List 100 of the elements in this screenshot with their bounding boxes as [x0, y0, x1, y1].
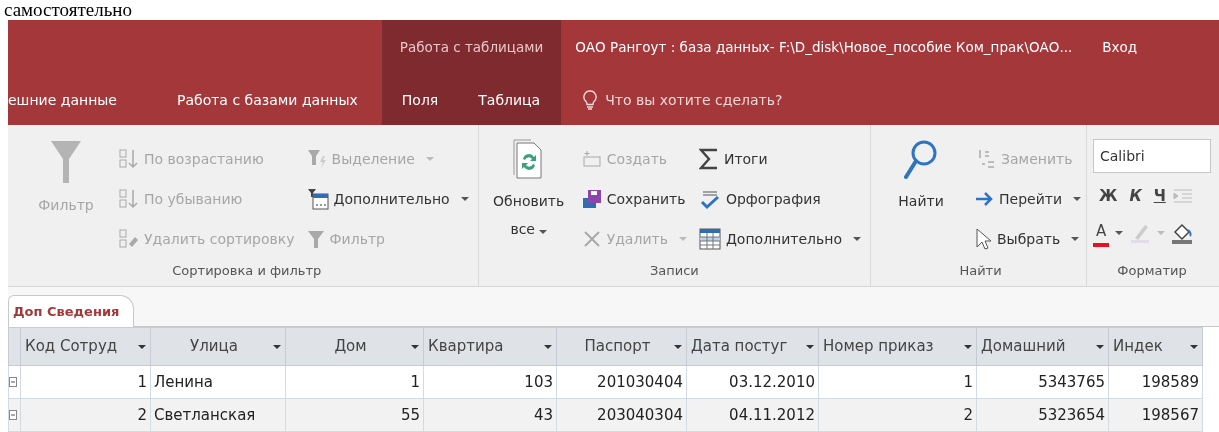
table-cell: 04.11.2012 — [686, 398, 819, 432]
table-cell: 2 — [20, 398, 151, 432]
window-title: ОАО Рангоут : база данных- F:\D_disk\Новое_пособие Ком_прак\ОАО... — [574, 38, 1073, 58]
spelling-check-icon — [698, 188, 721, 210]
header-label: Улица — [190, 336, 238, 358]
ribbon-button[interactable]: Дополнительно — [695, 219, 864, 259]
header-label: Дом — [334, 336, 367, 358]
caret-icon — [425, 157, 434, 161]
column-header[interactable]: Улица — [150, 327, 286, 366]
table-cell: Ленина — [150, 365, 286, 399]
document-tab[interactable]: Доп Сведения — [8, 294, 135, 327]
ribbon-button[interactable]: Итоги — [695, 139, 864, 179]
group-label: Записи — [648, 262, 700, 280]
expand-icon — [9, 377, 17, 388]
table-cell: 201030404 — [556, 365, 687, 399]
lightbulb-icon — [583, 90, 598, 110]
advanced-filter-icon — [306, 188, 329, 210]
column-header[interactable]: Код Сотруд — [20, 327, 151, 366]
header-label: Дата постуг — [691, 336, 788, 358]
filter-lightning-icon — [306, 148, 327, 170]
caret-icon — [1115, 231, 1124, 235]
font-field[interactable]: Calibri — [1093, 139, 1211, 173]
save-icon — [581, 189, 602, 209]
caret-icon — [853, 237, 861, 241]
table-cell: 03.12.2010 — [686, 365, 819, 399]
table-cell: 198567 — [1108, 398, 1203, 432]
sort-ascending-icon — [119, 148, 139, 170]
header-label: Квартира — [428, 336, 504, 358]
caret-icon[interactable] — [964, 344, 972, 349]
ribbon-button[interactable]: Обновить все — [484, 131, 573, 247]
paint-bucket-icon — [1171, 222, 1194, 244]
filter-icon — [50, 139, 82, 185]
format-button[interactable]: К — [1123, 177, 1148, 215]
ribbon-tab[interactable]: ешние данные — [8, 89, 137, 111]
caret-icon — [1073, 197, 1081, 201]
expand-icon — [9, 410, 17, 421]
caret-icon — [538, 230, 547, 234]
header-label: Паспорт — [584, 336, 651, 358]
caret-icon[interactable] — [806, 344, 814, 349]
highlighter-icon — [1129, 222, 1152, 244]
header-label: Индек — [1113, 336, 1163, 358]
search-icon — [904, 139, 938, 181]
eraser-icon — [119, 228, 139, 250]
column-header[interactable]: Номер приказ — [818, 327, 977, 366]
row-selector-header — [8, 327, 21, 366]
table-cell: 43 — [423, 398, 557, 432]
format-button[interactable]: Ч — [1147, 177, 1172, 215]
ribbon-button[interactable]: Перейти — [971, 179, 1084, 219]
caret-icon — [678, 237, 687, 241]
ribbon-tab[interactable]: Таблица — [458, 89, 561, 111]
tell-me-prompt[interactable]: Что вы хотите сделать? — [605, 89, 783, 111]
caret-icon[interactable] — [1190, 344, 1198, 349]
table-icon — [698, 228, 721, 250]
table-cell: 1 — [20, 365, 151, 399]
caret-icon[interactable] — [411, 344, 419, 349]
caret-icon — [1071, 237, 1080, 241]
caret-icon — [460, 197, 469, 201]
delete-icon — [581, 229, 602, 249]
sort-descending-icon — [119, 188, 139, 210]
table-cell: 1 — [285, 365, 424, 399]
table-cell: 1 — [818, 365, 977, 399]
header-label: Код Сотруд — [25, 336, 118, 358]
column-header[interactable]: Домашний — [976, 327, 1109, 366]
column-header[interactable]: Дата постуг — [686, 327, 819, 366]
font-color-button[interactable]: А — [1093, 219, 1110, 247]
caret-icon[interactable] — [674, 344, 682, 349]
table-cell: Светланская — [150, 398, 286, 432]
filter-icon — [306, 229, 325, 249]
table-cell: 103 — [423, 365, 557, 399]
table-cell: 5323654 — [976, 398, 1109, 432]
indent-icon — [1171, 187, 1194, 205]
table-cell: 198589 — [1108, 365, 1203, 399]
column-header[interactable]: Дом — [285, 327, 424, 366]
ribbon-button[interactable]: Орфография — [695, 179, 864, 219]
group-label: Форматир — [1116, 262, 1188, 280]
ribbon-tab[interactable]: Поля — [381, 89, 459, 111]
ribbon-button[interactable]: Выбрать — [971, 219, 1084, 259]
refresh-document-icon — [512, 139, 545, 181]
sign-in-link[interactable]: Вход — [1072, 37, 1138, 58]
ribbon-tab[interactable]: Работа с базами данных — [137, 89, 382, 111]
table-cell: 2 — [818, 398, 977, 432]
new-record-icon — [581, 149, 602, 169]
caret-icon[interactable] — [273, 344, 281, 349]
column-header[interactable]: Паспорт — [556, 327, 687, 366]
table-cell: 203040304 — [556, 398, 687, 432]
group-label: Найти — [958, 262, 1003, 280]
table-cell: 55 — [285, 398, 424, 432]
column-header[interactable]: Квартира — [423, 327, 557, 366]
caret-icon[interactable] — [1096, 344, 1104, 349]
format-button[interactable]: Ж — [1093, 177, 1124, 215]
contextual-group-label: Работа с таблицами — [398, 38, 545, 58]
caret-icon[interactable] — [138, 344, 146, 349]
column-header[interactable]: Индек — [1108, 327, 1203, 366]
table-cell: 5343765 — [976, 365, 1109, 399]
ribbon-button[interactable]: Найти — [877, 131, 965, 219]
ribbon-button[interactable]: Сохранить — [578, 179, 690, 219]
group-label: Сортировка и фильтр — [171, 262, 323, 280]
caret-icon — [1157, 231, 1166, 235]
caret-icon[interactable] — [544, 344, 552, 349]
ribbon-button[interactable]: Дополнительно — [303, 179, 472, 219]
